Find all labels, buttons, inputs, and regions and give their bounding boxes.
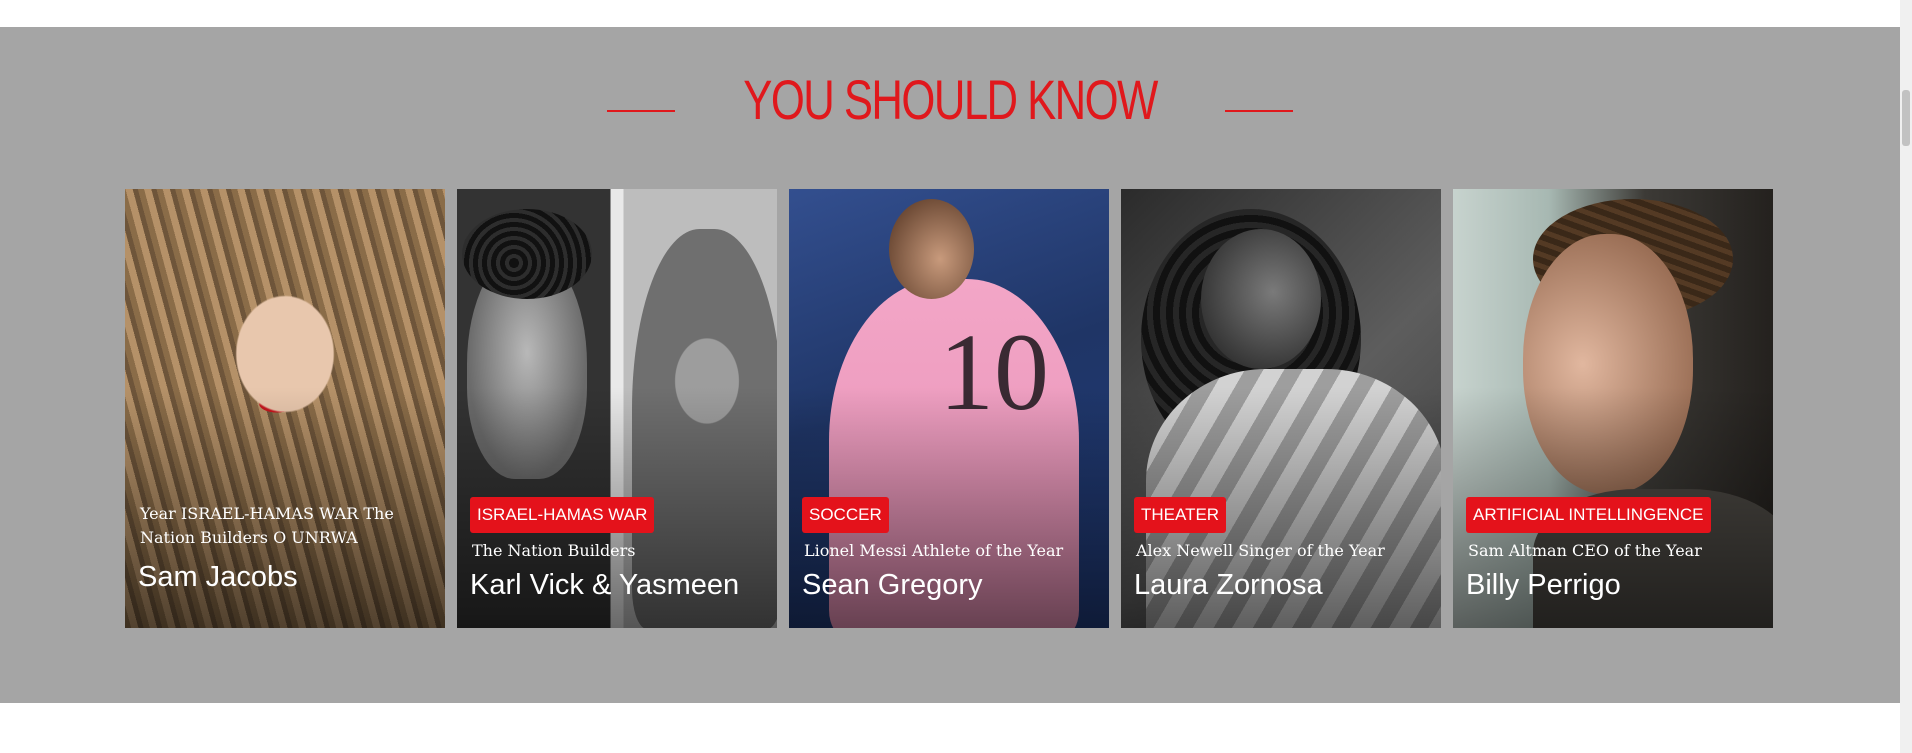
card-author: Laura Zornosa	[1134, 569, 1323, 601]
you-should-know-section: YOU SHOULD KNOW Year ISRAEL-HAMAS WAR Th…	[0, 27, 1900, 703]
card-subtitle: Lionel Messi Athlete of the Year	[804, 541, 1064, 560]
photo-left-hair	[462, 209, 592, 299]
section-heading: YOU SHOULD KNOW	[0, 59, 1900, 139]
category-tag[interactable]: ISRAEL-HAMAS WAR	[470, 497, 655, 533]
card-billy-perrigo[interactable]: ARTIFICIAL INTELLINGENCE Sam Altman CEO …	[1453, 189, 1773, 628]
category-tag[interactable]: SOCCER	[802, 497, 889, 533]
cards-row: Year ISRAEL-HAMAS WAR The Nation Builder…	[125, 189, 1773, 628]
photo-face	[1201, 229, 1321, 369]
category-tag[interactable]: ARTIFICIAL INTELLINGENCE	[1466, 497, 1711, 533]
card-karl-vick-yasmeen[interactable]: ISRAEL-HAMAS WAR The Nation Builders Kar…	[457, 189, 777, 628]
card-subtitle: Alex Newell Singer of the Year	[1136, 541, 1385, 560]
section-title: YOU SHOULD KNOW	[743, 67, 1158, 131]
card-author: Billy Perrigo	[1466, 569, 1621, 601]
card-sam-jacobs[interactable]: Year ISRAEL-HAMAS WAR The Nation Builder…	[125, 189, 445, 628]
card-subtitle: Year ISRAEL-HAMAS WAR The Nation Builder…	[140, 504, 394, 547]
card-subtitle: The Nation Builders	[472, 541, 636, 560]
heading-right-rule	[1225, 110, 1294, 112]
page-scrollbar[interactable]	[1900, 0, 1912, 753]
photo-head	[889, 199, 974, 299]
card-subtitle: Sam Altman CEO of the Year	[1468, 541, 1702, 560]
heading-left-rule	[606, 110, 675, 112]
scrollbar-thumb[interactable]	[1902, 90, 1910, 146]
card-sean-gregory[interactable]: 10 SOCCER Lionel Messi Athlete of the Ye…	[789, 189, 1109, 628]
card-author: Karl Vick & Yasmeen	[470, 569, 740, 601]
card-author: Sean Gregory	[802, 569, 983, 601]
card-author: Sam Jacobs	[138, 561, 298, 593]
category-tag[interactable]: THEATER	[1134, 497, 1227, 533]
card-laura-zornosa[interactable]: THEATER Alex Newell Singer of the Year L…	[1121, 189, 1441, 628]
